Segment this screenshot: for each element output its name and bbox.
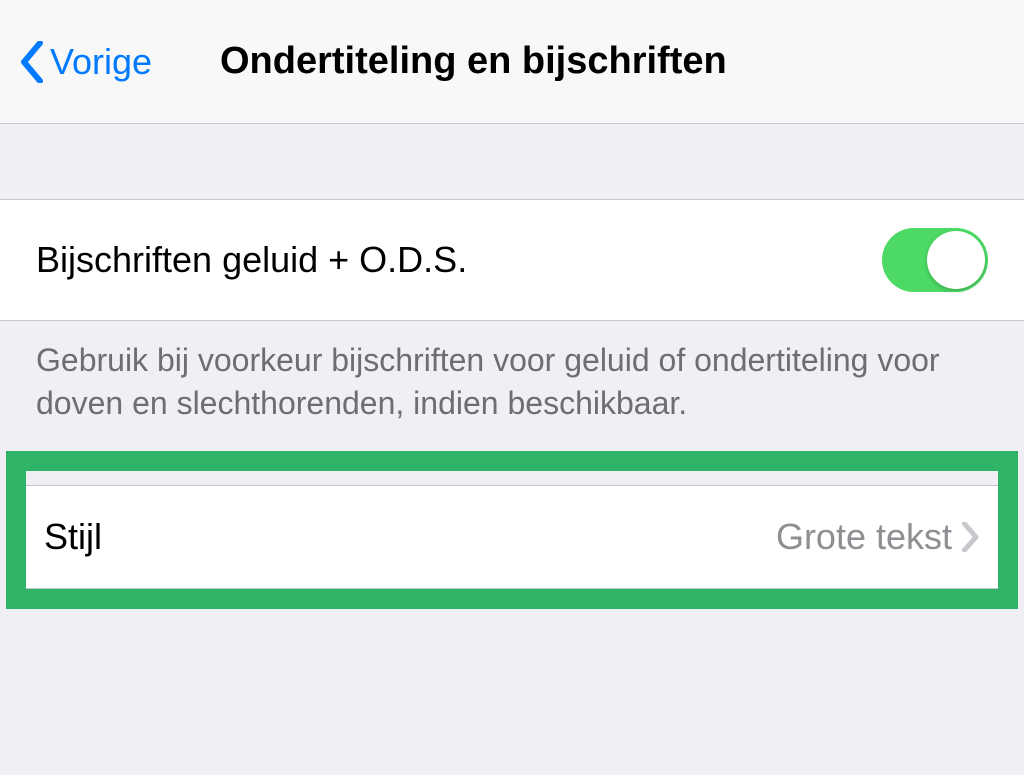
style-value-wrap: Grote tekst	[776, 516, 980, 558]
nav-bar: Vorige Ondertiteling en bijschriften	[0, 0, 1024, 124]
style-row[interactable]: Stijl Grote tekst	[26, 485, 998, 589]
captions-toggle[interactable]	[882, 228, 988, 292]
back-label: Vorige	[50, 41, 152, 83]
captions-footer: Gebruik bij voorkeur bijschriften voor g…	[0, 321, 1024, 451]
spacer	[0, 124, 1024, 199]
chevron-right-icon	[962, 522, 980, 552]
page-title: Ondertiteling en bijschriften	[220, 40, 727, 83]
style-value: Grote tekst	[776, 516, 952, 558]
back-button[interactable]: Vorige	[20, 41, 152, 83]
toggle-knob	[927, 231, 985, 289]
style-label: Stijl	[44, 516, 102, 558]
chevron-left-icon	[20, 41, 44, 83]
captions-toggle-row: Bijschriften geluid + O.D.S.	[0, 199, 1024, 321]
captions-toggle-label: Bijschriften geluid + O.D.S.	[36, 239, 467, 281]
highlight-box: Stijl Grote tekst	[6, 451, 1018, 609]
